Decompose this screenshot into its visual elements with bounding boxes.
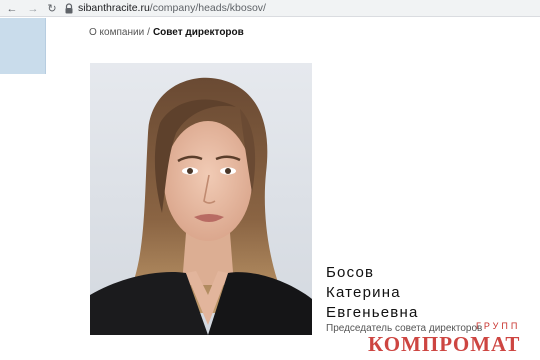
breadcrumb-current: Совет директоров [152, 27, 244, 38]
person-photo [90, 63, 312, 335]
sidebar-panel [0, 18, 46, 74]
url-path: /company/heads/kbosov/ [149, 2, 266, 14]
svg-text:КОМПРОМАТ: КОМПРОМАТ [368, 332, 520, 356]
url-host: sibanthracite.ru [78, 2, 150, 14]
svg-text:ГРУПП: ГРУПП [476, 321, 520, 331]
reload-button[interactable]: ↻ [44, 0, 60, 17]
arrow-left-icon: ← [6, 2, 18, 15]
back-button[interactable]: ← [4, 0, 20, 17]
address-bar[interactable]: sibanthracite.ru/company/heads/kbosov/ [78, 1, 266, 16]
breadcrumb-link-company[interactable]: О компании [89, 27, 144, 38]
forward-button[interactable]: → [25, 0, 41, 17]
person-name: Босов Катерина Евгеньевна [326, 263, 419, 323]
person-surname: Босов [326, 264, 375, 281]
browser-toolbar: ← → ↻ sibanthracite.ru/company/heads/kbo… [0, 0, 540, 17]
person-first-name: Катерина [326, 284, 401, 301]
portrait-illustration [90, 63, 312, 335]
kompromat-watermark-logo: ГРУПП КОМПРОМАТ [368, 321, 520, 356]
reload-icon: ↻ [47, 3, 57, 15]
breadcrumb: О компании / Совет директоров [89, 27, 244, 38]
lock-icon [65, 3, 73, 14]
arrow-right-icon: → [27, 2, 39, 15]
breadcrumb-separator: / [147, 27, 150, 38]
